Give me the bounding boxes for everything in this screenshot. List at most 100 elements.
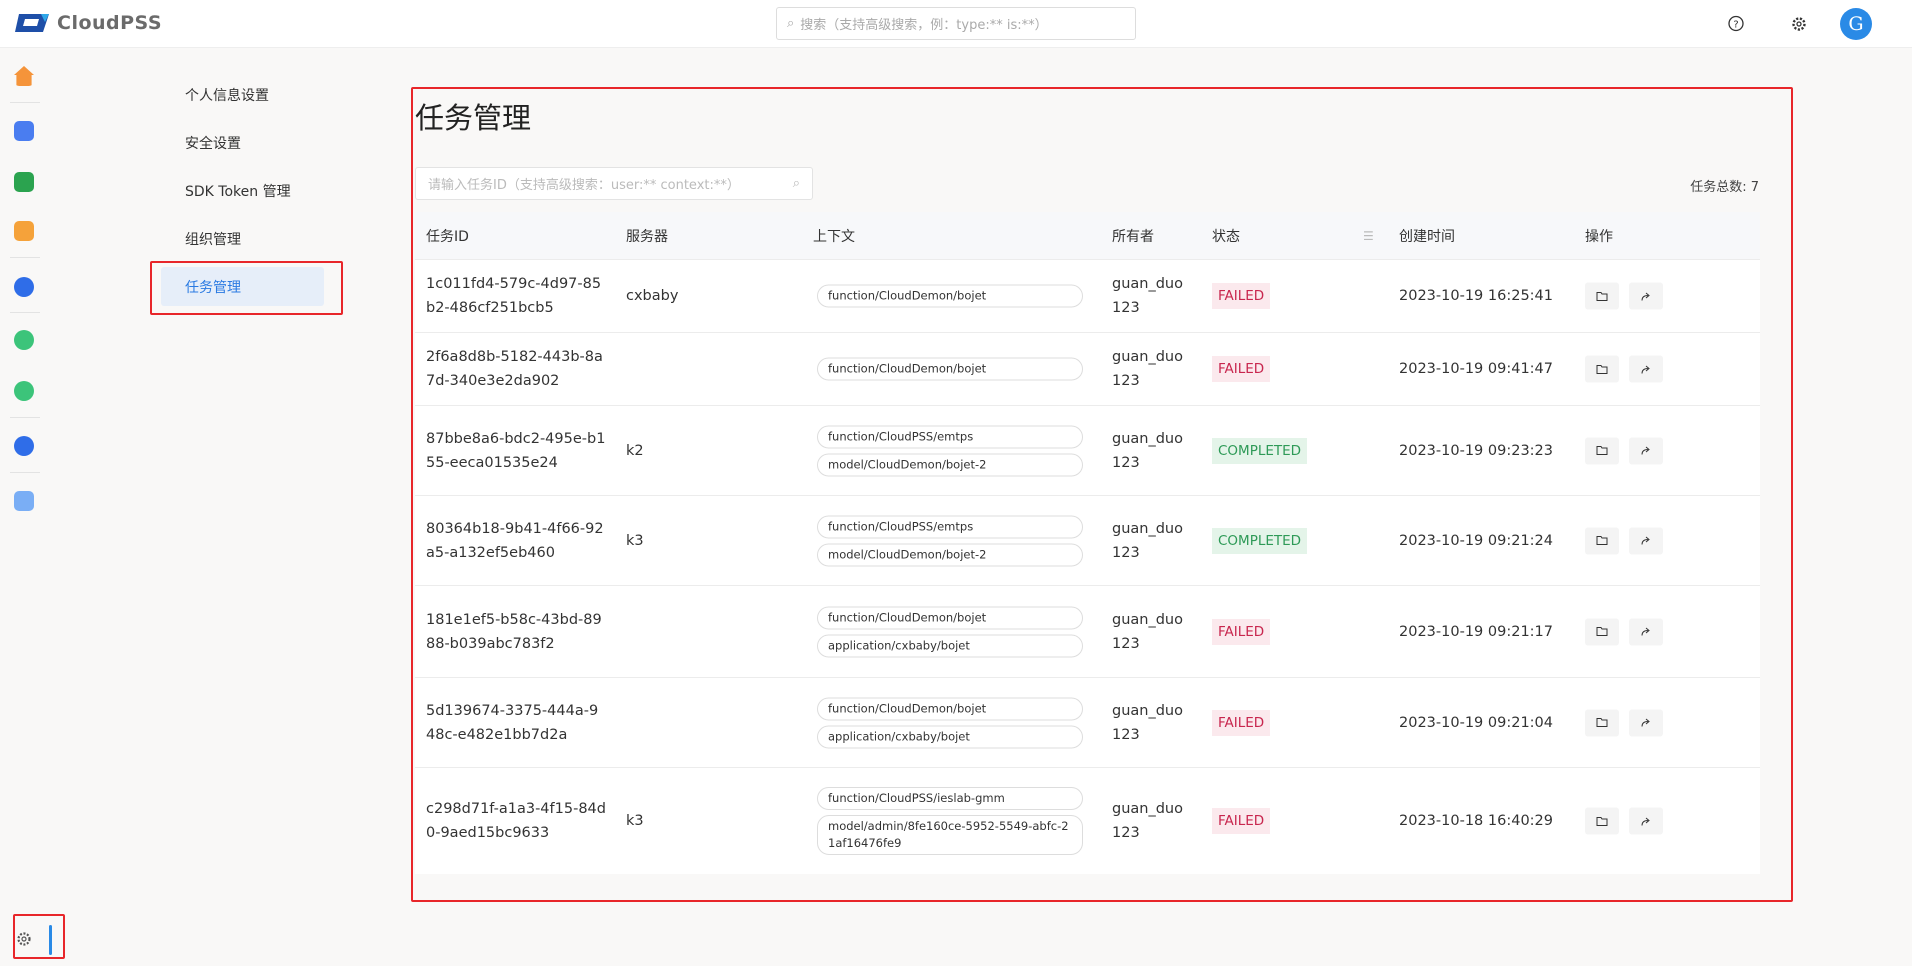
logo[interactable]: CloudPSS [15, 12, 162, 34]
status-cell: COMPLETED [1212, 527, 1308, 554]
table-row: 2f6a8d8b-5182-443b-8a7d-340e3e2da902 fun… [415, 332, 1760, 405]
actions [1585, 807, 1663, 835]
status-badge: FAILED [1212, 808, 1271, 834]
subnav-item-security[interactable]: 安全设置 [185, 133, 241, 153]
owner: guan_duo123 [1112, 611, 1183, 652]
context-list: function/CloudDemon/bojet [817, 284, 1083, 308]
open-folder-button[interactable] [1585, 437, 1619, 464]
global-search-placeholder: 搜索（支持高级搜索，例：type:** is:**） [800, 18, 1048, 33]
settings-icon[interactable] [15, 930, 33, 948]
open-folder-button[interactable] [1585, 807, 1619, 835]
filter-icon[interactable]: ☰ [1363, 229, 1374, 243]
share-button[interactable] [1629, 282, 1663, 310]
share-button[interactable] [1629, 618, 1663, 645]
folder-icon [1596, 291, 1608, 301]
subnav-item-sdk-token[interactable]: SDK Token 管理 [185, 181, 291, 201]
context-list: function/CloudDemon/bojet application/cxb… [817, 697, 1083, 748]
context-pill[interactable]: function/CloudDemon/bojet [817, 284, 1083, 308]
created-time: 2023-10-19 09:21:04 [1399, 714, 1553, 731]
open-folder-button[interactable] [1585, 355, 1619, 383]
status-cell: FAILED [1212, 283, 1271, 309]
search-icon[interactable]: ⌕ [793, 176, 800, 191]
open-folder-button[interactable] [1585, 709, 1619, 736]
subnav-item-tasks[interactable]: 任务管理 [185, 277, 241, 297]
context-pill[interactable]: function/CloudPSS/ieslab-gmm [817, 787, 1083, 810]
data-app-icon[interactable] [14, 436, 34, 456]
folder-icon [1596, 718, 1608, 727]
open-folder-button[interactable] [1585, 282, 1619, 310]
forward-arrow-icon [1641, 817, 1650, 826]
context-list: function/CloudDemon/bojet application/cxb… [817, 606, 1083, 657]
context-list: function/CloudPSS/ieslab-gmm model/admin/… [817, 787, 1083, 855]
forward-arrow-icon [1641, 536, 1650, 545]
ies-lab-icon[interactable] [14, 381, 34, 401]
share-button[interactable] [1629, 355, 1663, 383]
open-folder-button[interactable] [1585, 618, 1619, 645]
open-folder-button[interactable] [1585, 527, 1619, 554]
page-title: 任务管理 [415, 101, 532, 135]
settings-gear-icon[interactable] [1787, 12, 1811, 36]
task-id: 5d139674-3375-444a-948c-e482e1bb7d2a [426, 702, 599, 743]
simulation-app-icon[interactable] [14, 277, 34, 297]
server: k3 [626, 532, 644, 549]
home-icon[interactable] [14, 66, 34, 86]
help-icon[interactable]: ? [1724, 12, 1748, 36]
created-time: 2023-10-19 09:41:47 [1399, 361, 1553, 377]
column-header-owner: 所有者 [1112, 228, 1154, 245]
share-button[interactable] [1629, 437, 1663, 464]
status-cell: FAILED [1212, 709, 1271, 736]
subnav-item-profile[interactable]: 个人信息设置 [185, 85, 269, 105]
search-icon: ⌕ [787, 16, 795, 31]
svg-text:?: ? [1733, 20, 1738, 31]
ies-app-icon[interactable] [14, 330, 34, 350]
trend-app-icon[interactable] [14, 221, 34, 241]
subnav-item-organization[interactable]: 组织管理 [185, 229, 241, 249]
active-indicator [49, 925, 52, 955]
column-header-actions: 操作 [1585, 228, 1613, 245]
task-id: 87bbe8a6-bdc2-495e-b155-eeca01535e24 [426, 430, 606, 471]
context-pill[interactable]: function/CloudPSS/emtps [817, 425, 1083, 448]
status-badge: FAILED [1212, 283, 1271, 309]
context-pill[interactable]: application/cxbaby/bojet [817, 634, 1083, 657]
task-search-placeholder: 请输入任务ID（支持高级搜索：user:** context:**） [428, 178, 740, 193]
context-pill[interactable]: application/cxbaby/bojet [817, 725, 1083, 748]
server: k3 [626, 813, 644, 829]
global-search-input[interactable]: ⌕ 搜索（支持高级搜索，例：type:** is:**） [776, 7, 1136, 40]
actions [1585, 355, 1663, 383]
status-cell: FAILED [1212, 618, 1271, 645]
column-header-status: 状态 [1212, 228, 1240, 245]
folder-icon [1596, 446, 1608, 455]
task-id: 1c011fd4-579c-4d97-85b2-486cf251bcb5 [426, 276, 602, 316]
context-pill[interactable]: model/CloudDemon/bojet-2 [817, 543, 1083, 566]
table-row: 1c011fd4-579c-4d97-85b2-486cf251bcb5 cxb… [415, 259, 1760, 332]
created-time: 2023-10-18 16:40:29 [1399, 813, 1553, 829]
context-pill[interactable]: function/CloudDemon/bojet [817, 606, 1083, 629]
share-button[interactable] [1629, 807, 1663, 835]
task-search-input[interactable]: 请输入任务ID（支持高级搜索：user:** context:**） ⌕ [415, 167, 813, 200]
status-badge: COMPLETED [1212, 437, 1308, 464]
function-app-icon[interactable] [14, 172, 34, 192]
owner: guan_duo123 [1112, 430, 1183, 471]
owner: guan_duo123 [1112, 702, 1183, 743]
status-cell: FAILED [1212, 356, 1271, 382]
context-pill[interactable]: model/admin/8fe160ce-5952-5549-abfc-21af… [817, 815, 1083, 855]
share-button[interactable] [1629, 709, 1663, 736]
chart-app-icon[interactable] [14, 121, 34, 141]
share-button[interactable] [1629, 527, 1663, 554]
context-pill[interactable]: model/CloudDemon/bojet-2 [817, 453, 1083, 476]
status-cell: FAILED [1212, 808, 1271, 834]
avatar[interactable]: G [1840, 8, 1872, 40]
actions [1585, 709, 1663, 736]
context-pill[interactable]: function/CloudDemon/bojet [817, 697, 1083, 720]
document-icon[interactable] [14, 491, 34, 511]
folder-icon [1596, 536, 1608, 545]
server: k2 [626, 442, 644, 459]
table-row: 5d139674-3375-444a-948c-e482e1bb7d2a fun… [415, 677, 1760, 767]
folder-icon [1596, 627, 1608, 636]
context-list: function/CloudPSS/emtps model/CloudDemon/… [817, 425, 1083, 476]
folder-icon [1596, 816, 1608, 826]
status-badge: COMPLETED [1212, 527, 1308, 554]
context-pill[interactable]: function/CloudPSS/emtps [817, 515, 1083, 538]
context-pill[interactable]: function/CloudDemon/bojet [817, 357, 1083, 381]
actions [1585, 437, 1663, 464]
